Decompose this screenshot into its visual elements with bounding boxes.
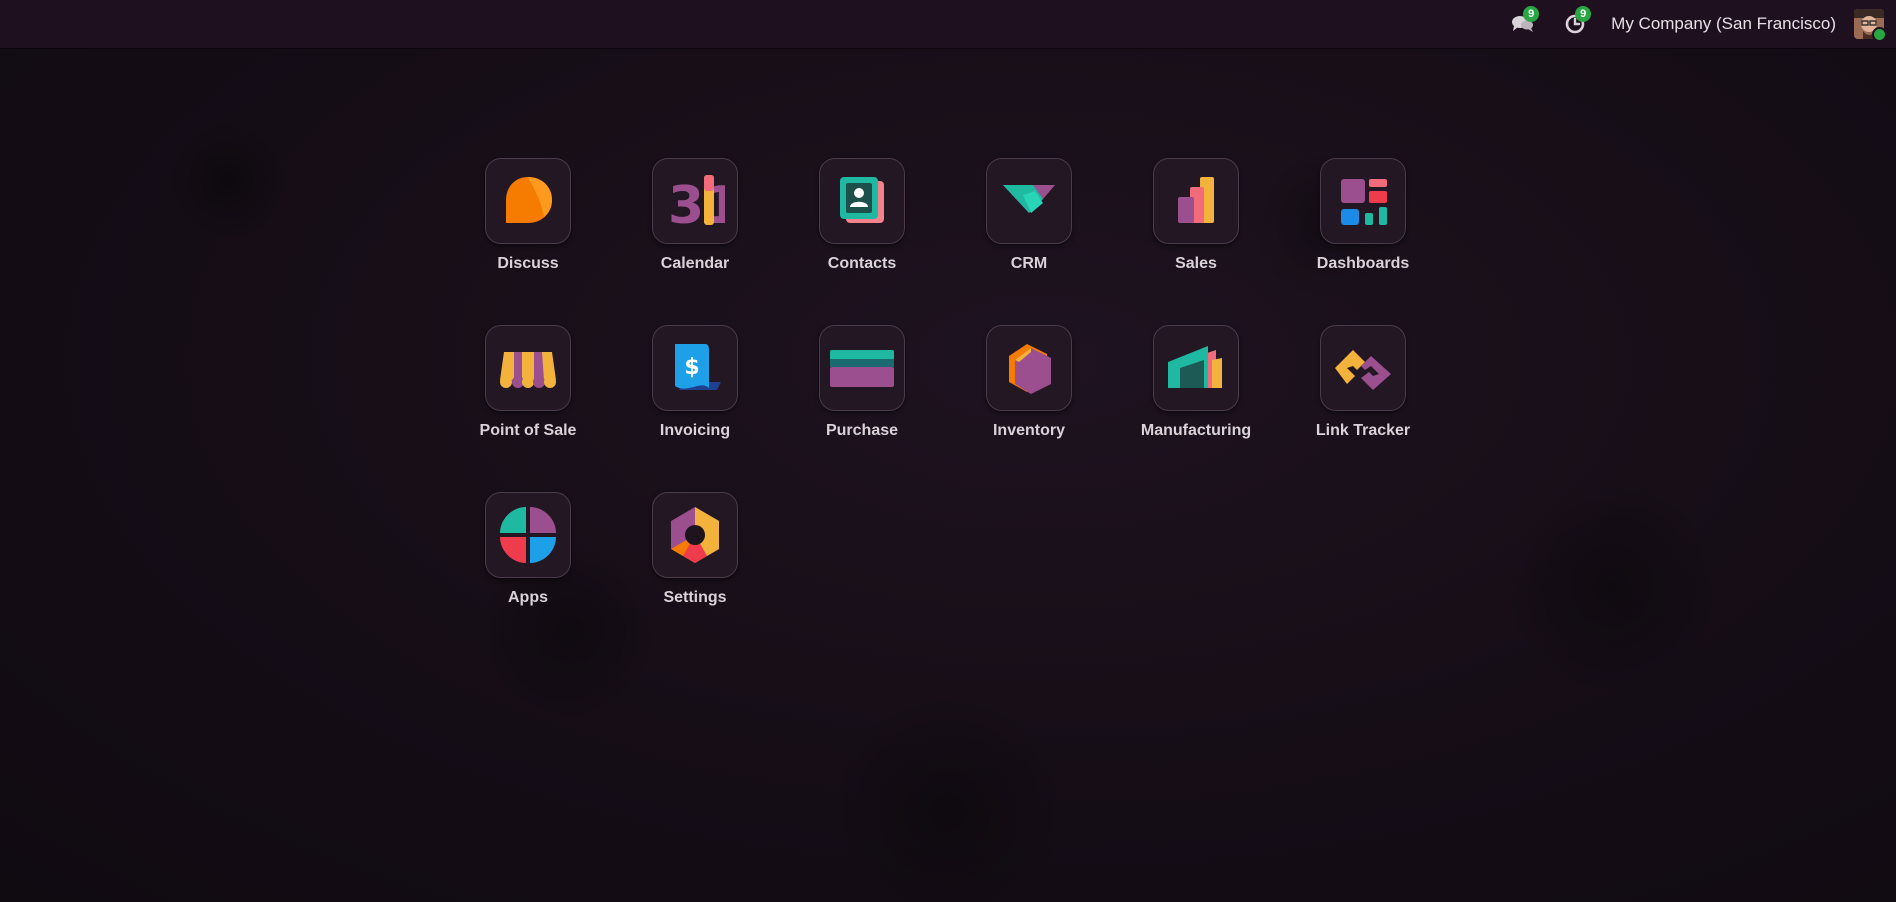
- crm-icon: [986, 158, 1072, 244]
- contacts-icon: [819, 158, 905, 244]
- app-link-tracker[interactable]: Link Tracker: [1307, 325, 1419, 455]
- background-texture: [0, 0, 1896, 902]
- app-inventory[interactable]: Inventory: [973, 325, 1085, 455]
- app-point-of-sale[interactable]: Point of Sale: [472, 325, 584, 455]
- app-label: Dashboards: [1316, 255, 1410, 272]
- link-tracker-icon: [1320, 325, 1406, 411]
- app-label: Link Tracker: [1315, 422, 1411, 439]
- app-crm[interactable]: CRM: [973, 158, 1085, 288]
- app-label: Invoicing: [659, 422, 731, 439]
- app-label: Purchase: [825, 422, 899, 439]
- calendar-icon: 31: [652, 158, 738, 244]
- activities-menu[interactable]: 9: [1549, 0, 1601, 48]
- app-discuss[interactable]: Discuss: [472, 158, 584, 288]
- messages-menu[interactable]: 9: [1497, 0, 1549, 48]
- apps-icon: [485, 492, 571, 578]
- inventory-icon: [986, 325, 1072, 411]
- activities-count-badge: 9: [1575, 6, 1592, 22]
- app-label: Inventory: [992, 422, 1065, 439]
- app-label: Discuss: [497, 255, 559, 272]
- calendar-icon-digits: 31: [668, 176, 725, 229]
- app-label: Point of Sale: [479, 422, 577, 439]
- point-of-sale-icon: [485, 325, 571, 411]
- discuss-icon: [485, 158, 571, 244]
- online-status-dot: [1872, 27, 1887, 42]
- app-contacts[interactable]: Contacts: [806, 158, 918, 288]
- dashboards-icon: [1320, 158, 1406, 244]
- app-label: Calendar: [660, 255, 730, 272]
- app-label: CRM: [1010, 255, 1048, 272]
- app-manufacturing[interactable]: Manufacturing: [1140, 325, 1252, 455]
- app-settings[interactable]: Settings: [639, 492, 751, 622]
- invoicing-icon-symbol: $: [684, 355, 699, 380]
- systray: 9 9 My Company (San Francisco): [1497, 0, 1896, 48]
- app-label: Settings: [663, 589, 727, 606]
- app-label: Sales: [1175, 255, 1217, 272]
- company-switcher[interactable]: My Company (San Francisco): [1601, 14, 1850, 34]
- app-invoicing[interactable]: $ Invoicing: [639, 325, 751, 455]
- sales-icon: [1153, 158, 1239, 244]
- manufacturing-icon: [1153, 325, 1239, 411]
- app-sales[interactable]: Sales: [1140, 158, 1252, 288]
- messages-count-badge: 9: [1523, 6, 1540, 22]
- settings-icon: [652, 492, 738, 578]
- app-purchase[interactable]: Purchase: [806, 325, 918, 455]
- top-navbar: 9 9 My Company (San Francisco): [0, 0, 1896, 48]
- app-calendar[interactable]: 31 Calendar: [639, 158, 751, 288]
- invoicing-icon: $: [652, 325, 738, 411]
- app-apps[interactable]: Apps: [472, 492, 584, 622]
- app-label: Contacts: [827, 255, 897, 272]
- app-label: Manufacturing: [1140, 422, 1252, 439]
- purchase-icon: [819, 325, 905, 411]
- app-dashboards[interactable]: Dashboards: [1307, 158, 1419, 288]
- app-label: Apps: [508, 589, 548, 606]
- user-menu[interactable]: [1854, 9, 1887, 42]
